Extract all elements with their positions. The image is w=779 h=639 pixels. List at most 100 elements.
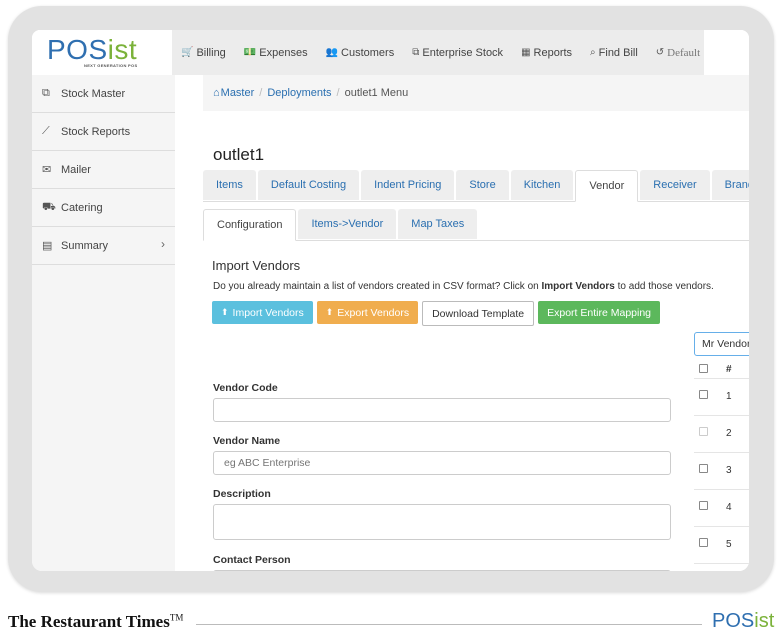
- description-label: Description: [213, 488, 271, 500]
- sidebar: ⧉ Stock Master ⟋ Stock Reports ✉ Mailer ⛟ Ca…: [32, 75, 176, 571]
- row-checkbox[interactable]: [699, 464, 708, 473]
- footer-logo-pos: POS: [712, 610, 755, 632]
- footer-brand-text: The Restaurant Times: [8, 612, 170, 631]
- nav-enterprise-stock[interactable]: ⧉ Enterprise Stock: [403, 30, 512, 75]
- tab-default-costing[interactable]: Default Costing: [257, 170, 360, 200]
- description-textarea[interactable]: [213, 504, 671, 540]
- vendor-code-input[interactable]: [213, 398, 671, 422]
- app-screen: POSist NEXT GENERATION POS 🛒 Billing 💵 Exp…: [32, 30, 749, 571]
- sidebar-item-catering[interactable]: ⛟ Catering: [32, 189, 175, 227]
- main-nav: 🛒 Billing 💵 Expenses 👥 Customers ⧉ Enterpris…: [172, 30, 704, 75]
- page-title: outlet1: [213, 145, 265, 164]
- trademark-mark: TM: [169, 612, 184, 623]
- nav-billing[interactable]: 🛒 Billing: [172, 30, 235, 75]
- row-number: 2: [726, 428, 732, 439]
- row-number: 5: [726, 539, 732, 550]
- logo-ist: ist: [107, 34, 138, 65]
- row-checkbox[interactable]: [699, 538, 708, 547]
- subtab-items-vendor[interactable]: Items->Vendor: [298, 209, 397, 239]
- table-row: 3: [694, 453, 749, 490]
- export-entire-mapping-button[interactable]: Export Entire Mapping: [538, 301, 661, 324]
- row-number: 1: [726, 391, 732, 402]
- nav-customers[interactable]: 👥 Customers: [317, 30, 404, 75]
- nav-expenses[interactable]: 💵 Expenses: [235, 30, 317, 75]
- vendor-code-label: Vendor Code: [213, 382, 278, 394]
- vendor-list-panel: Mr Vendor # 1 2 3 4 5: [694, 332, 749, 571]
- info-text-bold: Import Vendors: [541, 281, 615, 292]
- subtab-configuration[interactable]: Configuration: [203, 209, 297, 241]
- sidebar-item-label: Mailer: [61, 163, 91, 176]
- sidebar-item-label: Stock Master: [61, 87, 126, 100]
- money-icon: 💵: [243, 47, 257, 58]
- nav-label: Reports: [533, 46, 573, 59]
- info-text-start: Do you already maintain a list of vendor…: [213, 281, 542, 292]
- tab-items[interactable]: Items: [203, 170, 256, 200]
- breadcrumb-master[interactable]: Master: [221, 87, 255, 99]
- users-icon: 👥: [325, 47, 339, 58]
- upload-icon: ⬆: [325, 307, 334, 317]
- sidebar-item-stock-master[interactable]: ⧉ Stock Master: [32, 75, 175, 113]
- line-chart-icon: ⟋: [42, 125, 50, 137]
- truck-icon: ⛟: [42, 200, 56, 213]
- download-template-button[interactable]: Download Template: [422, 301, 535, 326]
- home-icon[interactable]: ⌂: [213, 87, 220, 99]
- subtab-map-taxes[interactable]: Map Taxes: [398, 209, 478, 239]
- subtab-bar: Configuration Items->Vendor Map Taxes: [203, 209, 749, 241]
- breadcrumb-separator: /: [336, 87, 340, 99]
- import-info-text: Do you already maintain a list of vendor…: [213, 281, 714, 292]
- vendor-name-input[interactable]: [213, 451, 671, 475]
- footer-logo-ist: ist: [754, 610, 775, 632]
- nav-label: Enterprise Stock: [422, 46, 504, 59]
- row-checkbox[interactable]: [699, 427, 708, 436]
- import-actions: ⬆ Import Vendors ⬆ Export Vendors Download…: [212, 301, 664, 326]
- footer-brand: The Restaurant TimesTM: [8, 612, 183, 632]
- nav-reports[interactable]: ▦ Reports: [512, 30, 581, 75]
- envelope-icon: ✉: [42, 164, 52, 176]
- breadcrumb-current: outlet1 Menu: [344, 87, 409, 99]
- row-number: 4: [726, 502, 732, 513]
- row-checkbox[interactable]: [699, 501, 708, 510]
- tab-receiver[interactable]: Receiver: [640, 170, 710, 200]
- nav-default[interactable]: ↺ Default: [647, 30, 709, 75]
- nav-find-bill[interactable]: ⌕ Find Bill: [581, 30, 647, 75]
- column-header-number: #: [726, 364, 732, 375]
- row-checkbox[interactable]: [699, 390, 708, 399]
- select-all-checkbox[interactable]: [699, 364, 708, 373]
- cart-icon: 🛒: [181, 47, 194, 58]
- contact-person-label: Contact Person: [213, 554, 291, 566]
- tab-kitchen[interactable]: Kitchen: [510, 170, 574, 200]
- export-vendors-button[interactable]: ⬆ Export Vendors: [316, 301, 419, 324]
- table-row: 1: [694, 379, 749, 416]
- breadcrumb-separator: /: [259, 87, 263, 99]
- sidebar-item-stock-reports[interactable]: ⟋ Stock Reports: [32, 113, 175, 151]
- tab-indent-pricing[interactable]: Indent Pricing: [361, 170, 455, 200]
- sidebar-item-label: Summary: [61, 239, 109, 252]
- logo-text: POSist: [47, 34, 137, 66]
- tab-store[interactable]: Store: [456, 170, 509, 200]
- logo-tagline: NEXT GENERATION POS: [84, 63, 138, 68]
- nav-label: Billing: [196, 46, 226, 59]
- button-label: Export Vendors: [337, 306, 410, 319]
- button-label: Import Vendors: [232, 306, 304, 319]
- table-row: 2: [694, 416, 749, 453]
- table-row: 4: [694, 490, 749, 527]
- sidebar-item-summary[interactable]: ▤ Summary ›: [32, 227, 175, 265]
- breadcrumb-deployments[interactable]: Deployments: [267, 87, 331, 99]
- nav-label: Expenses: [259, 46, 308, 59]
- top-bar: POSist NEXT GENERATION POS 🛒 Billing 💵 Exp…: [32, 30, 749, 75]
- sidebar-item-mailer[interactable]: ✉ Mailer: [32, 151, 175, 189]
- tab-brand-item[interactable]: Brand Item: [711, 170, 749, 200]
- nav-label: Find Bill: [598, 46, 638, 59]
- vendor-select[interactable]: Mr Vendor: [694, 332, 749, 356]
- import-section-title: Import Vendors: [212, 258, 301, 273]
- import-vendors-button[interactable]: ⬆ Import Vendors: [212, 301, 313, 324]
- contact-person-input[interactable]: [213, 570, 671, 571]
- chevron-right-icon[interactable]: ›: [161, 237, 165, 251]
- sidebar-item-label: Catering: [61, 201, 103, 214]
- posist-logo[interactable]: POSist NEXT GENERATION POS: [32, 30, 172, 75]
- nav-label: Customers: [341, 46, 395, 59]
- cubes-icon: ⧉: [412, 47, 420, 58]
- cubes-icon: ⧉: [42, 87, 50, 99]
- tab-bar: Items Default Costing Indent Pricing Sto…: [203, 170, 749, 202]
- tab-vendor[interactable]: Vendor: [575, 170, 639, 202]
